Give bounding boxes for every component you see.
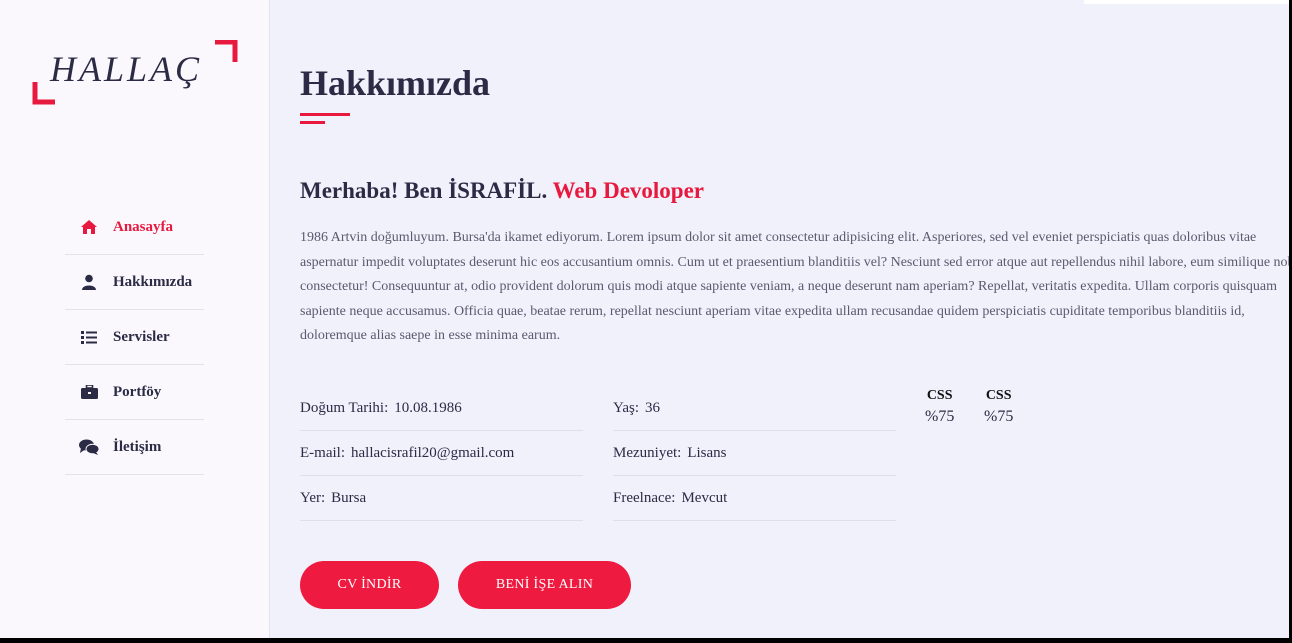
sidebar: HALLAÇ Anasayfa Hakkımızda Servisler Por… [0,0,270,638]
info-row-email: E-mail: hallacisrafil20@gmail.com [300,431,583,476]
info-value: Bursa [331,489,367,506]
info-row-location: Yer: Bursa [300,476,583,521]
sidebar-item-label: Servisler [113,328,170,345]
briefcase-icon [79,383,99,401]
skill-name: CSS [926,388,953,403]
page-title: Hakkımızda [300,63,491,103]
sidebar-item-label: Portföy [113,383,162,400]
info-list-right: Yaş: 36 Mezuniyet: Lisans Freelnace: Mev… [613,386,896,521]
comments-icon [79,438,99,456]
sidebar-item-portfoy[interactable]: Portföy [65,365,204,420]
info-row-age: Yaş: 36 [613,386,896,431]
info-row-birthdate: Doğum Tarihi: 10.08.1986 [300,386,583,431]
info-value: hallacisrafil20@gmail.com [351,444,515,461]
info-label: Doğum Tarihi: [300,399,389,416]
sidebar-item-label: Anasayfa [113,218,174,235]
info-row-graduation: Mezuniyet: Lisans [613,431,896,476]
list-icon [79,328,99,346]
skill-item: CSS %75 [984,388,1013,426]
title-underline [300,113,350,116]
skill-value: %75 [925,408,955,425]
title-underline-short [300,121,325,124]
hire-me-button[interactable]: BENİ İŞE ALIN [458,561,631,609]
info-value: 10.08.1986 [394,399,462,416]
info-label: Freelnace: [613,489,676,506]
info-value: Mevcut [681,489,728,506]
bio-paragraph: 1986 Artvin doğumluyum. Bursa'da ikamet … [300,230,1289,343]
sidebar-item-hakkimizda[interactable]: Hakkımızda [65,255,204,310]
sidebar-nav: Anasayfa Hakkımızda Servisler Portföy İl… [65,200,204,475]
greeting-role: Web Devoloper [552,178,705,203]
logo-text: HALLAÇ [50,49,203,89]
info-label: E-mail: [300,444,345,461]
info-value: 36 [645,399,660,416]
greeting-heading: Merhaba! Ben İSRAFİL. Web Devoloper [300,178,704,204]
info-row-freelance: Freelnace: Mevcut [613,476,896,521]
home-icon [79,218,99,236]
sidebar-item-label: İletişim [113,438,162,455]
page: HALLAÇ Anasayfa Hakkımızda Servisler Por… [0,0,1289,638]
skill-name: CSS [985,388,1012,403]
download-cv-button[interactable]: CV İNDİR [300,561,439,609]
info-list-left: Doğum Tarihi: 10.08.1986 E-mail: hallaci… [300,386,583,521]
info-label: Yaş: [613,399,639,416]
main-content: Hakkımızda Merhaba! Ben İSRAFİL. Web Dev… [300,0,1289,638]
greeting-prefix: Merhaba! Ben İSRAFİL. [300,178,548,203]
sidebar-item-anasayfa[interactable]: Anasayfa [65,200,204,255]
sidebar-item-label: Hakkımızda [113,273,193,290]
info-label: Yer: [300,489,326,506]
sidebar-item-iletisim[interactable]: İletişim [65,420,204,475]
logo[interactable]: HALLAÇ [32,40,238,106]
info-label: Mezuniyet: [613,444,682,461]
skill-item: CSS %75 [925,388,954,426]
skill-value: %75 [984,408,1014,425]
info-value: Lisans [687,444,727,461]
user-icon [79,273,99,291]
sidebar-item-servisler[interactable]: Servisler [65,310,204,365]
